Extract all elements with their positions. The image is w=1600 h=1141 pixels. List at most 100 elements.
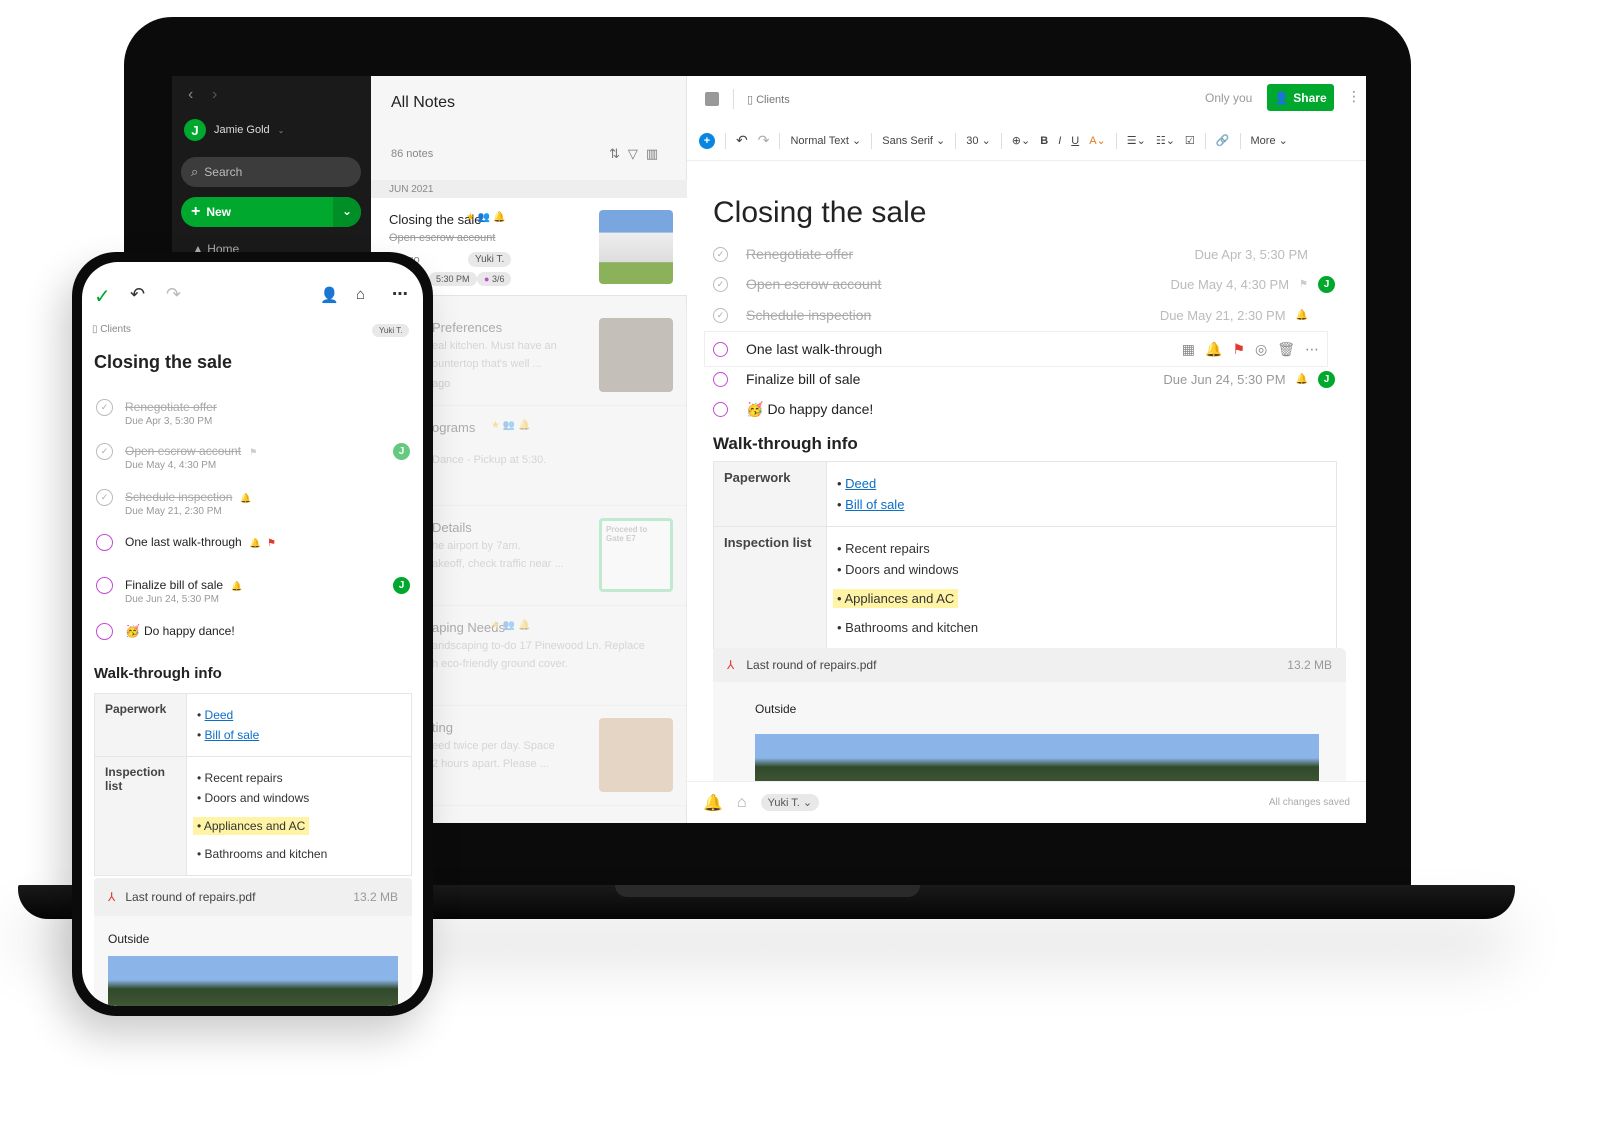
undo-icon[interactable]: ↶ xyxy=(736,132,748,149)
assignee-avatar: J xyxy=(393,442,410,460)
task-item[interactable]: ✓ Renegotiate offer Due Apr 3, 5:30 PM xyxy=(713,241,1335,267)
note-thumbnail xyxy=(599,718,673,792)
tag-icon[interactable]: ⌂ xyxy=(356,286,365,303)
tag-icon[interactable]: ⌂ xyxy=(737,794,747,812)
assignee-avatar: J xyxy=(393,576,410,594)
task-item[interactable]: One last walk-through 🔔 ⚑ xyxy=(96,529,410,555)
reminder-icon[interactable]: 🔔 xyxy=(703,793,723,813)
calendar-icon[interactable]: ▦ xyxy=(1182,341,1195,358)
new-button[interactable]: + New ⌄ xyxy=(181,197,361,227)
task-due: Due May 21, 2:30 PM xyxy=(125,506,222,517)
user-name: Jamie Gold xyxy=(214,124,270,136)
insert-circle-icon[interactable]: ⊕⌄ xyxy=(1012,134,1030,147)
insert-plus-icon[interactable]: + xyxy=(699,132,715,149)
text-style-dropdown[interactable]: Normal Text ⌄ xyxy=(790,134,861,147)
checklist-icon[interactable]: ☑ xyxy=(1185,134,1195,147)
highlight-icon[interactable]: A⌄ xyxy=(1089,134,1106,147)
pdf-attachment[interactable]: ⅄ Last round of repairs.pdf 13.2 MB Outsi… xyxy=(713,648,1346,788)
new-dropdown-chevron-icon[interactable]: ⌄ xyxy=(333,197,361,227)
task-item[interactable]: ✓ Renegotiate offer Due Apr 3, 5:30 PM xyxy=(96,394,410,427)
trash-icon[interactable]: 🗑 xyxy=(1277,341,1295,358)
task-text: Open escrow account xyxy=(125,444,242,458)
inspection-item: Bathrooms and kitchen xyxy=(837,620,1326,635)
check-icon[interactable]: ✓ xyxy=(94,284,111,309)
checkbox-icon[interactable] xyxy=(96,533,113,551)
bullet-list-icon[interactable]: ☰⌄ xyxy=(1127,134,1146,147)
task-meta: Due May 21, 2:30 PM 🔔 xyxy=(1160,308,1335,323)
expand-icon[interactable] xyxy=(705,92,719,106)
search-input[interactable]: ⌕ Search xyxy=(181,157,361,187)
note-status-icons: ★ 👥 🔔 xyxy=(491,420,531,431)
account-switcher[interactable]: J Jamie Gold ⌄ xyxy=(184,119,284,141)
checked-circle-icon[interactable]: ✓ xyxy=(713,246,728,262)
more-options-icon[interactable]: ⋯ xyxy=(392,284,408,304)
font-size-value: 30 xyxy=(966,135,979,147)
laptop-notch xyxy=(615,885,920,897)
inspection-text: Bathrooms and kitchen xyxy=(204,847,328,861)
note-title[interactable]: Closing the sale xyxy=(94,352,232,373)
flag-icon: ⚑ xyxy=(249,447,258,457)
collaborator-chip[interactable]: Yuki T. xyxy=(372,324,410,337)
checkbox-icon[interactable] xyxy=(713,371,728,387)
notebook-breadcrumb[interactable]: ▯ Clients xyxy=(747,93,790,106)
house-photo xyxy=(755,734,1319,788)
task-item[interactable]: 🥳 Do happy dance! xyxy=(713,396,1335,422)
document-link[interactable]: Bill of sale xyxy=(205,728,260,742)
pdf-attachment[interactable]: ⅄ Last round of repairs.pdf 13.2 MB Outsi… xyxy=(94,878,412,1006)
share-button[interactable]: 👤 Share xyxy=(1267,84,1334,111)
checked-circle-icon[interactable]: ✓ xyxy=(96,442,113,460)
font-size-dropdown[interactable]: 30 ⌄ xyxy=(966,134,991,147)
document-link[interactable]: Deed xyxy=(205,708,234,722)
document-link[interactable]: Deed xyxy=(845,476,876,491)
inspection-text: Appliances and AC xyxy=(203,819,306,833)
redo-icon[interactable]: ↷ xyxy=(166,284,181,305)
bold-icon[interactable]: B xyxy=(1040,135,1048,147)
walkthrough-table: Paperwork Deed Bill of sale Inspection lis… xyxy=(94,693,412,876)
task-text-wrap: One last walk-through 🔔 ⚑ xyxy=(125,535,276,549)
bell-icon[interactable]: 🔔 xyxy=(1205,341,1222,358)
task-item[interactable]: Finalize bill of sale Due Jun 24, 5:30 PM… xyxy=(713,366,1335,392)
checked-circle-icon[interactable]: ✓ xyxy=(713,276,728,292)
task-item[interactable]: 🥳 Do happy dance! xyxy=(96,618,410,644)
more-dropdown[interactable]: More ⌄ xyxy=(1251,134,1288,147)
undo-icon[interactable]: ↶ xyxy=(130,284,145,305)
back-icon[interactable]: ‹ xyxy=(188,86,193,104)
underline-icon[interactable]: U xyxy=(1071,135,1079,147)
italic-icon[interactable]: I xyxy=(1058,135,1061,147)
task-item[interactable]: ✓ Schedule inspection Due May 21, 2:30 PM 🔔 xyxy=(713,302,1335,328)
checked-circle-icon[interactable]: ✓ xyxy=(96,488,113,506)
share-user-icon[interactable]: 👤 xyxy=(320,286,339,304)
task-item[interactable]: ✓ Open escrow account Due May 4, 4:30 PM ⚑ J xyxy=(713,271,1335,297)
checkbox-icon[interactable] xyxy=(96,622,113,640)
forward-icon[interactable]: › xyxy=(212,86,217,104)
task-list: ✓ Renegotiate offer Due Apr 3, 5:30 PM ✓ Ope… xyxy=(705,241,1335,422)
checkbox-icon[interactable] xyxy=(96,576,113,594)
task-item[interactable]: One last walk-through ▦ 🔔 ⚑ ◎ 🗑 ⋯ xyxy=(705,332,1327,366)
note-title[interactable]: Closing the sale xyxy=(713,196,926,230)
numbered-list-icon[interactable]: ☷⌄ xyxy=(1156,134,1175,147)
document-link[interactable]: Bill of sale xyxy=(845,497,904,512)
task-text: One last walk-through xyxy=(125,535,242,549)
flag-icon[interactable]: ⚑ xyxy=(1232,341,1245,358)
checkbox-icon[interactable] xyxy=(713,341,728,357)
task-item[interactable]: Finalize bill of sale 🔔 Due Jun 24, 5:30 P… xyxy=(96,572,410,605)
notebook-breadcrumb[interactable]: ▯ Clients xyxy=(92,324,131,335)
flag-icon: ⚑ xyxy=(266,538,276,549)
font-dropdown[interactable]: Sans Serif ⌄ xyxy=(882,134,945,147)
section-heading: Walk-through info xyxy=(713,434,858,453)
checked-circle-icon[interactable]: ✓ xyxy=(713,307,728,323)
assign-icon[interactable]: ◎ xyxy=(1255,341,1267,358)
more-icon[interactable]: ⋯ xyxy=(1305,341,1319,358)
collaborator-name: Yuki T. xyxy=(767,797,800,809)
sort-filter-view-icons[interactable]: ⇅▽▥ xyxy=(609,146,666,162)
add-user-icon: 👤 xyxy=(1274,90,1290,105)
new-label: New xyxy=(206,205,232,219)
collaborator-chip[interactable]: Yuki T. ⌄ xyxy=(760,794,820,811)
checkbox-icon[interactable] xyxy=(713,401,728,417)
task-item[interactable]: ✓ Open escrow account ⚑ Due May 4, 4:30 PM J xyxy=(96,438,410,471)
redo-icon[interactable]: ↷ xyxy=(758,132,770,149)
more-options-icon[interactable]: ⋮ xyxy=(1347,88,1361,105)
checked-circle-icon[interactable]: ✓ xyxy=(96,398,113,416)
task-item[interactable]: ✓ Schedule inspection 🔔 Due May 21, 2:30 PM xyxy=(96,484,410,517)
link-icon[interactable]: 🔗 xyxy=(1216,134,1230,147)
